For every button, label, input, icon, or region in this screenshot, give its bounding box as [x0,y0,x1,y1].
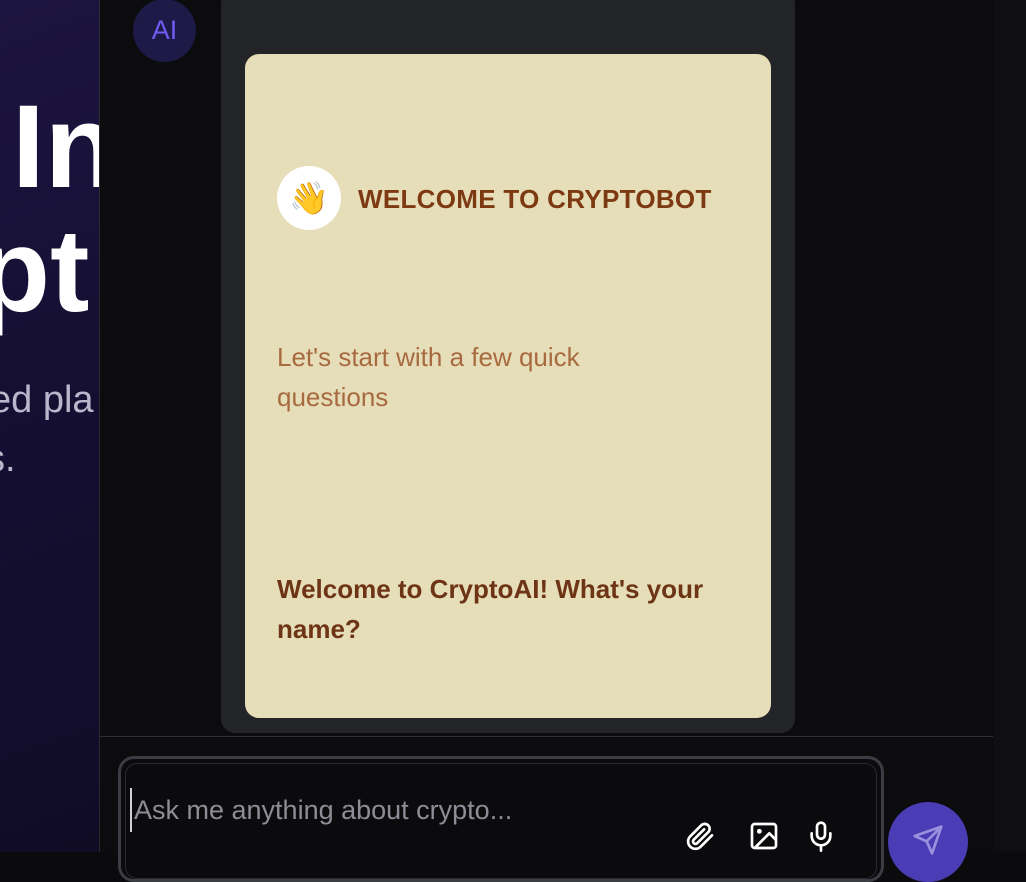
microphone-icon[interactable] [805,820,837,852]
bot-message-bubble: 👋 WELCOME TO CRYPTOBOT Let's start with … [221,0,795,733]
paperclip-icon[interactable] [684,820,716,852]
welcome-card-question: Welcome to CryptoAI! What's your name? [277,574,704,644]
ai-avatar: AI [133,0,196,62]
hero-subtext-line-1: ed pla [0,379,94,421]
chat-input[interactable] [130,788,656,832]
hero-background: In pt ed pla s. [0,0,99,852]
hero-heading-line-1: In [12,81,99,213]
send-button[interactable] [888,802,968,882]
chat-panel: AI 👋 WELCOME TO CRYPTOBOT Let's start wi… [99,0,994,882]
right-edge-strip [993,0,1026,852]
image-icon[interactable] [748,820,780,852]
waving-hand-icon: 👋 [277,166,341,230]
input-divider [100,736,993,737]
hero-subtext-line-2: s. [0,438,16,480]
send-icon [913,825,943,855]
welcome-card: 👋 WELCOME TO CRYPTOBOT Let's start with … [245,54,771,718]
welcome-card-title: WELCOME TO CRYPTOBOT [358,184,712,214]
hero-heading-line-2: pt [0,205,90,337]
welcome-card-subtitle: Let's start with a few quick questions [277,342,580,412]
